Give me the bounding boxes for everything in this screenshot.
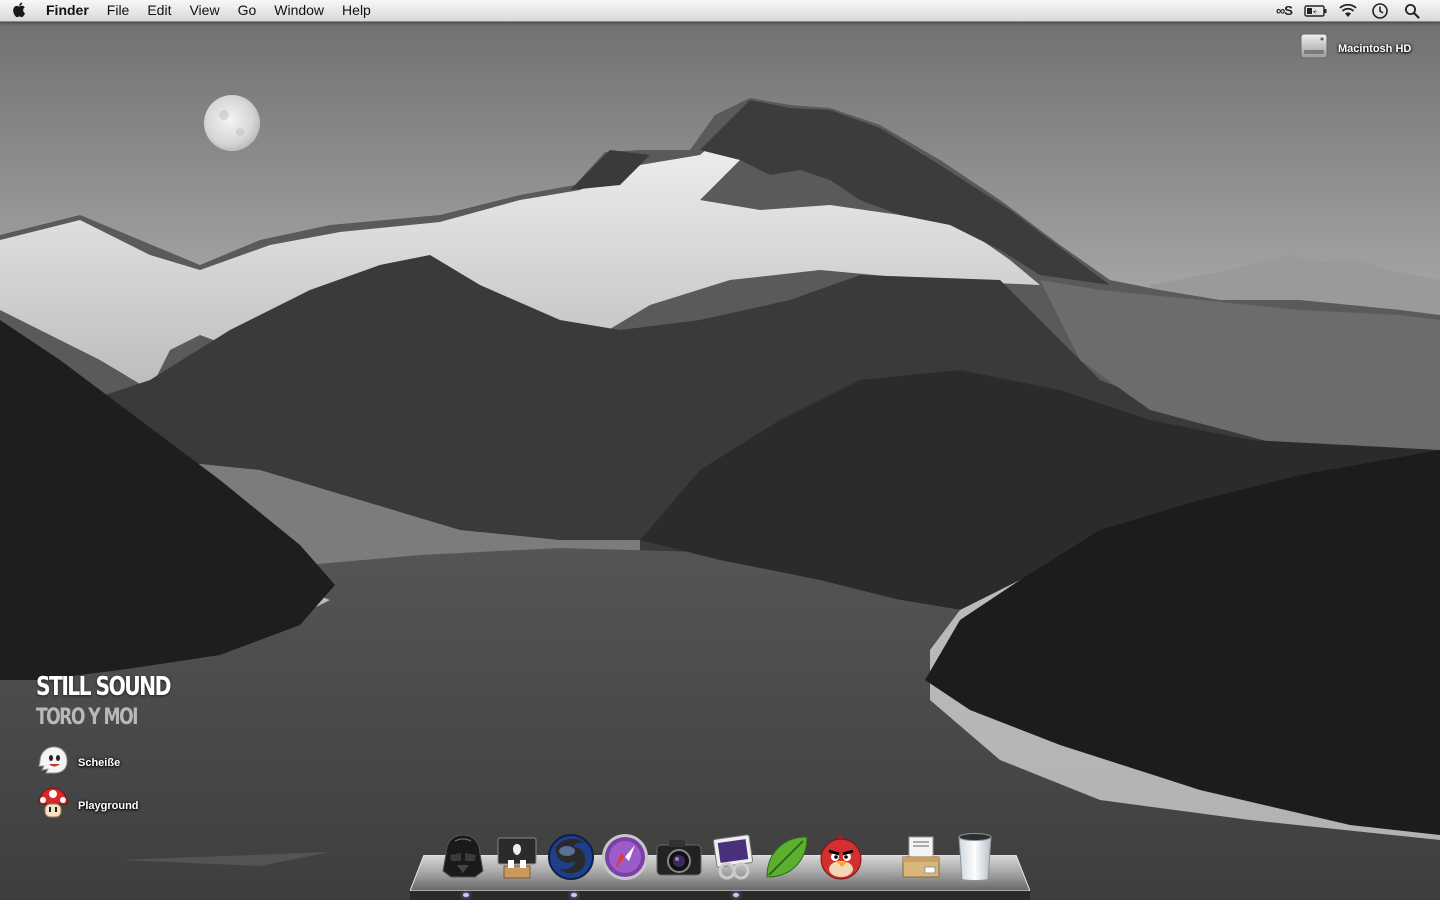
now-playing-artist: TORO Y MOI	[36, 705, 138, 730]
running-indicator-preview	[733, 893, 739, 897]
now-playing-widget: STILL SOUND TORO Y MOI	[36, 670, 208, 732]
desktop-item-label: Scheiße	[78, 756, 121, 769]
hard-drive-icon	[1298, 30, 1330, 67]
apple-logo-icon	[12, 1, 28, 21]
safari-icon	[599, 831, 651, 888]
camera-iphoto-icon	[653, 831, 705, 888]
menu-edit[interactable]: Edit	[138, 0, 180, 21]
running-indicator-firefox	[571, 893, 577, 897]
volume-label: Macintosh HD	[1338, 42, 1412, 55]
apple-menu[interactable]	[0, 0, 40, 21]
menu-extras: ∞S	[1268, 0, 1440, 21]
app-store-icon	[492, 832, 542, 887]
wifi-icon[interactable]	[1332, 0, 1364, 21]
angry-birds-icon	[815, 831, 867, 888]
desktop-wallpaper	[0, 0, 1440, 900]
menu-file[interactable]: File	[98, 0, 139, 21]
dock-app-app-store[interactable]	[490, 832, 544, 886]
time-machine-icon[interactable]	[1364, 0, 1396, 21]
dock-app-camera[interactable]	[652, 832, 706, 886]
dock	[436, 828, 1002, 886]
menu-app-finder[interactable]: Finder	[40, 0, 98, 21]
menu-go[interactable]: Go	[229, 0, 266, 21]
dock-app-safari[interactable]	[598, 832, 652, 886]
leaf-rss-icon	[761, 831, 813, 888]
lastfm-scrobbler-icon[interactable]: ∞S	[1268, 0, 1300, 21]
desktop-volume-macintosh-hd[interactable]: Macintosh HD	[1298, 30, 1411, 67]
dock-app-angry-birds[interactable]	[814, 832, 868, 886]
desktop-item-scheisse[interactable]: Scheiße	[36, 744, 120, 781]
darth-vader-finder-icon	[437, 831, 489, 888]
menu-window[interactable]: Window	[265, 0, 333, 21]
lastfm-label: ∞S	[1276, 3, 1293, 18]
dock-app-finder[interactable]	[436, 832, 490, 886]
firefox-icon	[545, 831, 597, 888]
desktop-item-playground[interactable]: Playground	[36, 786, 139, 825]
dock-stack-documents[interactable]	[894, 832, 948, 886]
dock-trash[interactable]	[948, 832, 1002, 886]
preview-icon	[707, 831, 759, 888]
boo-ghost-folder-icon	[36, 744, 70, 781]
dock-app-firefox[interactable]	[544, 832, 598, 886]
menu-view[interactable]: View	[180, 0, 228, 21]
menu-bar: Finder File Edit View Go Window Help ∞S	[0, 0, 1440, 22]
dock-app-leaf[interactable]	[760, 832, 814, 886]
battery-charging-icon[interactable]	[1300, 0, 1332, 21]
documents-stack-icon	[895, 831, 947, 888]
spotlight-search-icon[interactable]	[1396, 0, 1428, 21]
desktop-item-label: Playground	[78, 799, 139, 812]
menu-help[interactable]: Help	[333, 0, 380, 21]
dock-app-preview[interactable]	[706, 832, 760, 886]
now-playing-song: STILL SOUND	[36, 672, 171, 702]
mushroom-folder-icon	[36, 786, 70, 825]
trash-icon	[953, 831, 997, 888]
running-indicator-finder	[463, 893, 469, 897]
